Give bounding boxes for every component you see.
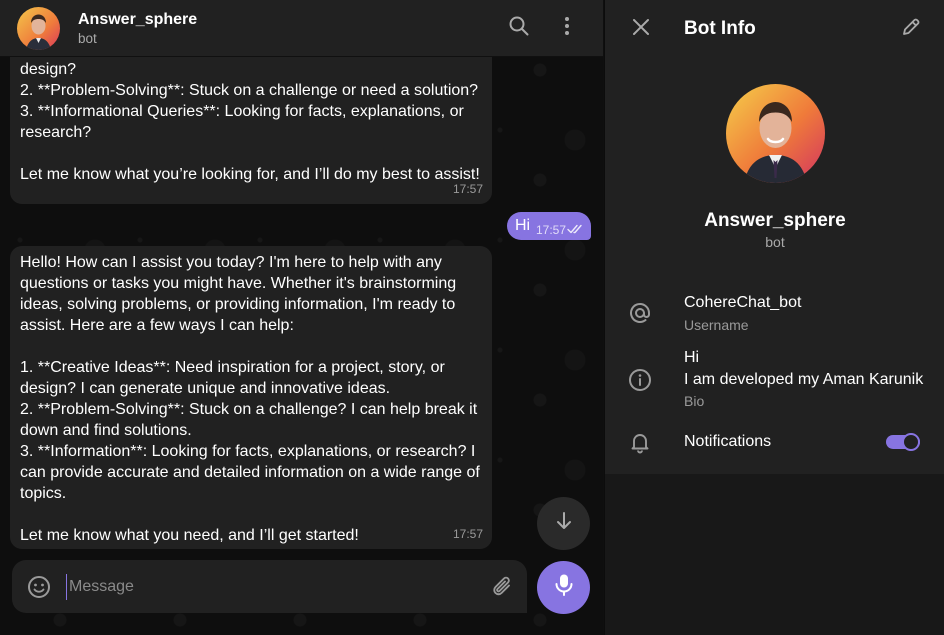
username-value: CohereChat_bot [684,294,802,311]
message-line: 2. **Problem-Solving**: Stuck on a chall… [20,82,479,99]
message-time: 17:57 [452,527,483,541]
message-line: design? I can generate unique and innova… [20,380,391,397]
arrow-down-icon [554,511,574,536]
bio-line: Hi [684,349,700,366]
message-line: assist. Here are a few ways I can help: [20,317,294,334]
profile-subtitle: bot [765,234,785,250]
message-line: research? [20,124,92,141]
notifications-toggle[interactable] [886,432,920,452]
emoji-icon[interactable] [26,574,52,600]
message-line: Hello! How can I assist you today? I'm h… [20,254,442,271]
message-line: topics. [20,485,67,502]
chat-subtitle: bot [78,31,97,46]
message-line: design? [20,61,77,78]
message-line [20,336,482,357]
record-voice-button[interactable] [537,561,590,614]
message-line: 1. **Creative Ideas**: Need inspiration … [20,359,445,376]
bell-icon [627,429,653,455]
profile-avatar[interactable] [726,84,825,183]
edit-icon [901,17,921,42]
message-time: 17:57 [452,182,483,196]
message-line: 2. **Problem-Solving**: Stuck on a chall… [20,401,478,418]
message-line: Let me know what you need, and I’ll get … [20,527,359,544]
username-caption: Username [684,317,749,333]
bot-info-card: Bot Info Answer_sphere bot CohereChat_bo… [605,0,944,474]
message-line [20,504,482,525]
more-vertical-icon [564,16,570,41]
double-check-icon [567,222,585,240]
message-line: ideas, solving problems, or providing in… [20,296,456,313]
username-row[interactable]: CohereChat_bot Username [605,284,944,342]
chat-area: design? 2. **Problem-Solving**: Stuck on… [0,0,603,635]
chat-title: Answer_sphere [78,11,198,28]
message-bubble-incoming: design? 2. **Problem-Solving**: Stuck on… [10,40,492,204]
avatar[interactable] [17,7,60,50]
chat-header[interactable]: Answer_sphere bot [0,0,603,57]
message-line: 3. **Information**: Looking for facts, e… [20,443,476,460]
bio-row[interactable]: Hi I am developed my Aman Karunik Bio [605,342,944,412]
message-line: can provide accurate and detailed inform… [20,464,480,481]
profile-name: Answer_sphere [704,210,846,231]
message-line [20,143,482,164]
message-text: Hi [515,217,531,234]
at-sign-icon [627,300,653,326]
attach-icon[interactable] [490,574,516,600]
scroll-to-bottom-button[interactable] [537,497,590,550]
mic-icon [553,573,575,602]
edit-button[interactable] [897,15,925,43]
bio-line: I am developed my Aman Karunik [684,371,924,388]
info-icon [627,367,653,393]
message-line: Let me know what you’re looking for, and… [20,166,480,183]
close-icon [632,18,650,41]
message-bubble-outgoing: Hi 17:57 [507,212,591,240]
more-options-button[interactable] [552,13,582,43]
message-composer [12,560,527,613]
message-line: questions or tasks you might have. Wheth… [20,275,457,292]
message-line: 3. **Informational Queries**: Looking fo… [20,103,464,120]
notifications-label: Notifications [684,433,772,450]
message-time: 17:57 [536,223,567,237]
panel-title: Bot Info [684,18,756,39]
message-input[interactable] [66,574,466,600]
search-icon [508,15,530,42]
message-bubble-incoming: Hello! How can I assist you today? I'm h… [10,246,492,549]
close-panel-button[interactable] [627,15,655,43]
bio-caption: Bio [684,393,705,409]
bot-info-panel: Bot Info Answer_sphere bot CohereChat_bo… [604,0,944,635]
message-line: down and find solutions. [20,422,192,439]
search-button[interactable] [504,13,534,43]
toggle-knob [902,433,920,451]
